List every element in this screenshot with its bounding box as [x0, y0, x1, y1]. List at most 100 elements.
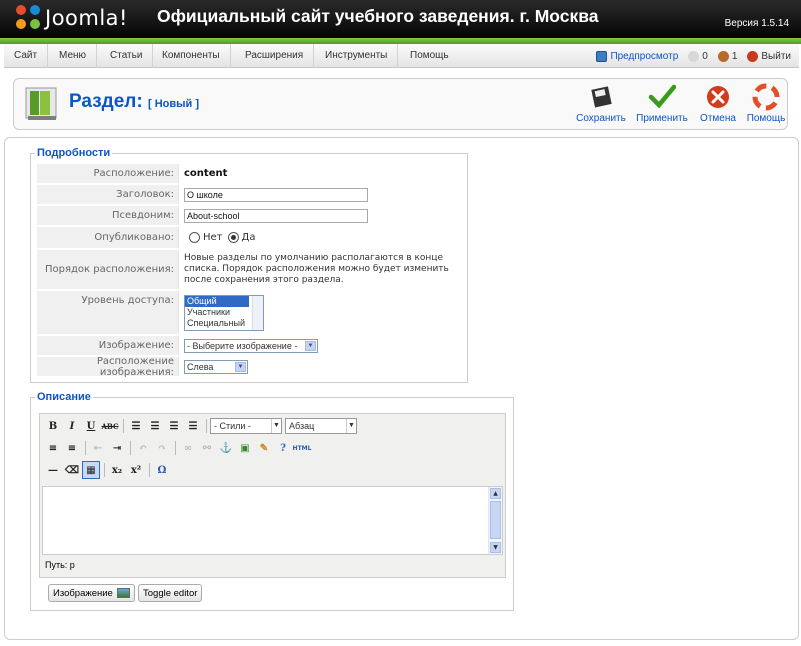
editor-scrollbar[interactable]: ▲ ▼ — [488, 487, 502, 554]
image-row: Изображение: - Выберите изображение - ▼ — [37, 336, 465, 356]
preview-link[interactable]: Предпросмотр — [596, 50, 678, 62]
menu-item-extensions[interactable]: Расширения — [235, 44, 315, 68]
cancel-icon — [707, 86, 729, 108]
published-yes-radio[interactable] — [227, 232, 239, 243]
link-icon[interactable]: ∞ — [179, 439, 197, 457]
align-center-icon[interactable]: ☰ — [146, 417, 164, 435]
messages-link[interactable]: 0 — [688, 50, 708, 62]
lifebuoy-icon — [752, 83, 780, 111]
indent-icon[interactable]: ⇥ — [108, 439, 126, 457]
save-button[interactable]: Сохранить — [573, 83, 629, 124]
underline-icon[interactable]: U — [82, 417, 100, 435]
toolbar-separator — [206, 419, 207, 433]
styles-select[interactable]: - Стили - ▼ — [210, 418, 282, 434]
listbox-scrollbar[interactable] — [252, 296, 263, 330]
undo-icon[interactable]: ↶ — [134, 439, 152, 457]
subscript-icon[interactable]: x₂ — [108, 461, 126, 479]
menu-item-help[interactable]: Помощь — [400, 44, 459, 68]
menu-item-components[interactable]: Компоненты — [152, 44, 231, 68]
toolbar-separator — [123, 419, 124, 433]
messages-icon — [688, 50, 700, 62]
preview-icon — [596, 50, 608, 62]
access-option-public[interactable]: Общий — [185, 296, 249, 307]
page-title: Раздел: [ Новый ] — [69, 91, 200, 112]
editor-toolbar-row-3: — ⌫ ▦ x₂ x² Ω — [44, 460, 172, 480]
published-no-radio[interactable] — [189, 232, 200, 243]
description-legend: Описание — [37, 391, 91, 403]
page-subtitle: [ Новый ] — [147, 98, 200, 110]
toolbar-separator — [85, 441, 86, 455]
menu-item-articles[interactable]: Статьи — [100, 44, 154, 68]
menu-item-tools[interactable]: Инструменты — [315, 44, 399, 68]
scroll-thumb[interactable] — [490, 501, 501, 539]
details-legend: Подробности — [37, 147, 111, 159]
menu-item-site[interactable]: Сайт — [4, 44, 49, 68]
section-icon — [25, 87, 57, 120]
image-position-row: Расположение изображения: Слева ▼ — [37, 356, 465, 378]
status-area: Предпросмотр 0 1 Выйти — [586, 44, 791, 68]
chevron-down-icon: ▼ — [305, 340, 316, 351]
apply-button[interactable]: Применить — [634, 83, 690, 124]
unlink-icon[interactable]: ⚯ — [198, 439, 216, 457]
users-icon — [717, 50, 729, 62]
version-label: Версия 1.5.14 — [724, 18, 789, 29]
location-row: Расположение: content — [37, 164, 465, 184]
admin-header: Joomla! Официальный сайт учебного заведе… — [0, 0, 801, 38]
remove-format-icon[interactable]: ⌫ — [63, 461, 81, 479]
html-source-icon[interactable]: HTML — [293, 439, 312, 457]
users-online[interactable]: 1 — [717, 50, 737, 62]
published-row: Опубликовано: Нет Да — [37, 227, 465, 249]
alias-input[interactable]: About-school — [184, 208, 368, 223]
access-level-listbox[interactable]: Общий Участники Специальный — [184, 295, 264, 331]
visual-aid-icon[interactable]: ▦ — [82, 461, 100, 479]
editor-toolbar-row-1: B I U ABC ☰ ☰ ☰ ☰ - Стили - ▼ Абзац ▼ — [44, 416, 360, 436]
toolbar-separator — [149, 463, 150, 477]
title-input[interactable]: О школе — [184, 187, 368, 202]
menu-item-menus[interactable]: Меню — [49, 44, 98, 68]
image-button[interactable]: Изображение — [48, 584, 135, 602]
strikethrough-icon[interactable]: ABC — [101, 417, 119, 435]
editor-content-area[interactable]: ▲ ▼ — [42, 486, 503, 555]
logo-text: Joomla! — [45, 6, 128, 30]
order-help-text: Новые разделы по умолчанию располагаются… — [184, 253, 449, 285]
logout-icon — [747, 50, 759, 62]
outdent-icon[interactable]: ⇤ — [89, 439, 107, 457]
access-row: Уровень доступа: Общий Участники Специал… — [37, 291, 465, 335]
redo-icon[interactable]: ↷ — [153, 439, 171, 457]
rich-text-editor: B I U ABC ☰ ☰ ☰ ☰ - Стили - ▼ Абзац ▼ ≡ … — [39, 413, 506, 578]
help-button[interactable]: Помощь — [738, 83, 794, 124]
alias-row: Псевдоним: About-school — [37, 206, 465, 226]
scroll-up-icon[interactable]: ▲ — [490, 488, 501, 499]
order-row: Порядок расположения: Новые разделы по у… — [37, 250, 465, 290]
italic-icon[interactable]: I — [63, 417, 81, 435]
logout-link[interactable]: Выйти — [747, 50, 791, 62]
align-justify-icon[interactable]: ☰ — [184, 417, 202, 435]
align-right-icon[interactable]: ☰ — [165, 417, 183, 435]
editor-path: Путь: p — [45, 560, 75, 570]
bold-icon[interactable]: B — [44, 417, 62, 435]
image-position-select[interactable]: Слева ▼ — [184, 359, 248, 374]
align-left-icon[interactable]: ☰ — [127, 417, 145, 435]
superscript-icon[interactable]: x² — [127, 461, 145, 479]
horizontal-rule-icon[interactable]: — — [44, 461, 62, 479]
chevron-down-icon: ▼ — [235, 361, 246, 372]
format-select[interactable]: Абзац ▼ — [285, 418, 357, 434]
toggle-editor-button[interactable]: Toggle editor — [138, 584, 203, 602]
location-value: content — [184, 168, 228, 179]
help-icon[interactable]: ? — [274, 439, 292, 457]
image-select[interactable]: - Выберите изображение - ▼ — [184, 338, 318, 353]
joomla-logo: Joomla! — [16, 4, 128, 32]
numbered-list-icon[interactable]: ≡ — [63, 439, 81, 457]
site-title: Официальный сайт учебного заведения. г. … — [157, 6, 599, 26]
anchor-icon[interactable]: ⚓ — [217, 439, 235, 457]
title-row: Заголовок: О школе — [37, 185, 465, 205]
scroll-down-icon[interactable]: ▼ — [490, 542, 501, 553]
checkmark-icon — [648, 84, 676, 109]
special-char-icon[interactable]: Ω — [153, 461, 171, 479]
toolbar-separator — [130, 441, 131, 455]
picture-icon — [116, 588, 130, 598]
image-icon[interactable]: ▣ — [236, 439, 254, 457]
cleanup-icon[interactable]: ✎ — [255, 439, 273, 457]
toolbar-separator — [104, 463, 105, 477]
bullet-list-icon[interactable]: ≡ — [44, 439, 62, 457]
